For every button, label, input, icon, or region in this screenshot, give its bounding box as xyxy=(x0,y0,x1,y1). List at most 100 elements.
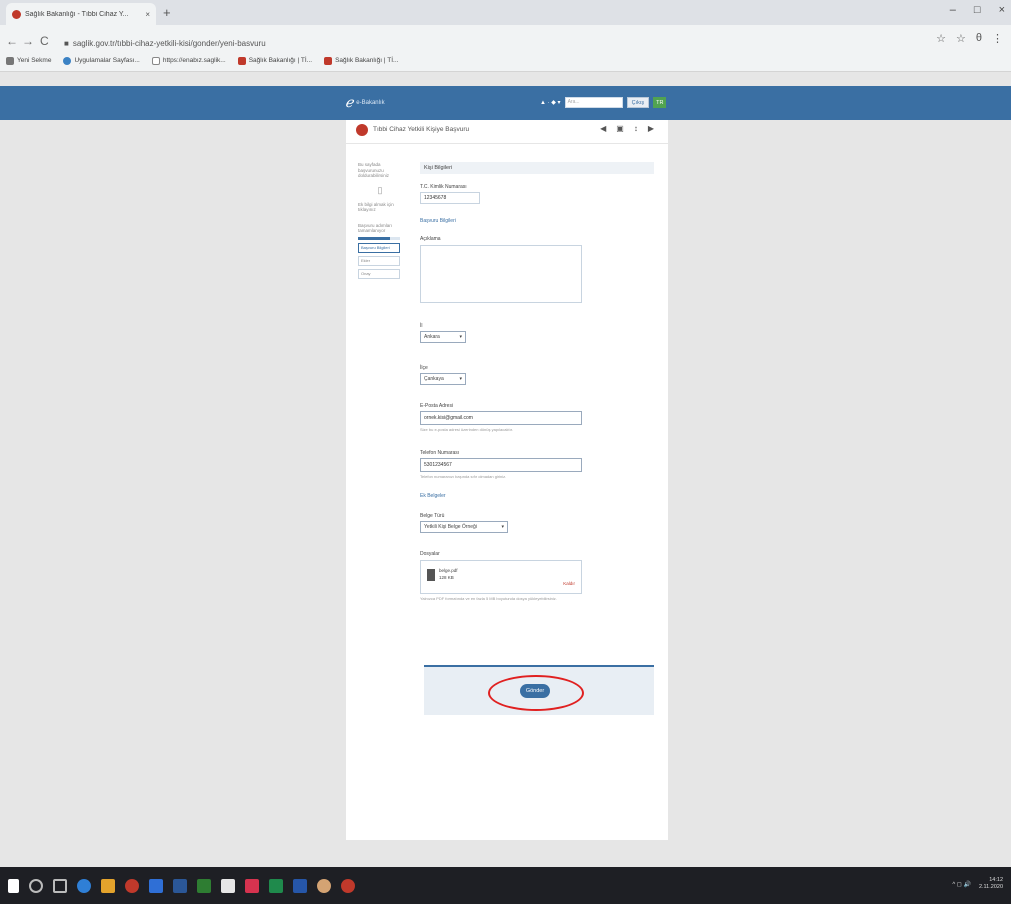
doc-type-label: Belge Türü xyxy=(420,513,445,519)
close-tab-icon[interactable]: × xyxy=(145,10,150,19)
file-explorer-icon[interactable] xyxy=(149,878,163,893)
browser-tabbar: Sağlık Bakanlığı - Tıbbi Cihaz Y... × + … xyxy=(0,0,1011,25)
search-icon[interactable] xyxy=(29,878,43,893)
bookmark-label: Uygulamalar Sayfası... xyxy=(74,57,140,64)
sort-icon[interactable]: ↕ xyxy=(634,124,638,133)
word-icon[interactable] xyxy=(173,878,187,893)
spreadsheet-icon[interactable] xyxy=(269,878,283,893)
new-tab-button[interactable]: + xyxy=(163,5,171,20)
prev-icon[interactable]: ◀ xyxy=(600,124,606,133)
step-item-basvuru[interactable]: Başvuru Bilgileri xyxy=(358,242,400,253)
close-window-icon[interactable]: × xyxy=(999,4,1005,16)
section-header: Kişi Bilgileri xyxy=(420,162,654,174)
card-actions: ◀ ▣ ↕ ▶ xyxy=(600,124,654,133)
excel-icon[interactable] xyxy=(197,878,211,893)
chevron-down-icon: ▾ xyxy=(459,334,462,340)
remove-file-link[interactable]: Kaldır xyxy=(563,581,575,586)
logout-button[interactable]: Çıkış xyxy=(626,97,650,108)
id-number-label: T.C. Kimlik Numarası xyxy=(420,184,467,190)
submit-button[interactable]: Gönder xyxy=(520,684,550,698)
bookmarks-bar: Yeni Sekme Uygulamalar Sayfası... https:… xyxy=(0,50,1011,72)
site-header: ℯ e-Bakanlık ▲ · ◆ ▾ Ara... Çıkış TR xyxy=(0,86,1011,120)
bookmark-icon xyxy=(324,56,333,65)
notes-textarea[interactable] xyxy=(420,245,582,303)
language-badge[interactable]: TR xyxy=(653,97,667,108)
tab-title: Sağlık Bakanlığı - Tıbbi Cihaz Y... xyxy=(25,10,129,18)
start-icon[interactable] xyxy=(8,878,19,893)
bookmark-item[interactable]: Uygulamalar Sayfası... xyxy=(63,56,140,65)
bookmark-label: Sağlık Bakanlığı | Tİ... xyxy=(248,57,313,64)
browser-tab[interactable]: Sağlık Bakanlığı - Tıbbi Cihaz Y... × xyxy=(6,3,156,25)
lock-icon: ■ xyxy=(64,38,69,48)
province-select-value: Ankara xyxy=(424,334,440,340)
maximize-icon[interactable]: □ xyxy=(974,4,981,16)
reload-icon[interactable]: C xyxy=(40,34,49,48)
attachments-link[interactable]: Ek Belgeler xyxy=(420,493,658,499)
next-icon[interactable]: ▶ xyxy=(648,124,654,133)
edge-icon[interactable] xyxy=(77,878,91,893)
extension-icon[interactable]: ☆ xyxy=(936,32,946,45)
toolbar-right-icons: ☆ ☆ θ ⋮ xyxy=(936,32,1003,45)
paint-icon[interactable] xyxy=(221,878,235,893)
step-item-onay[interactable]: Onay xyxy=(358,268,400,279)
user-menu[interactable]: ▲ · ◆ ▾ xyxy=(540,99,561,106)
bookmark-item[interactable]: Sağlık Bakanlığı | Tİ... xyxy=(237,56,313,65)
info-icon[interactable]: ▯ xyxy=(358,185,402,196)
site-favicon-icon xyxy=(12,9,21,19)
minimize-icon[interactable]: – xyxy=(950,4,956,16)
step-item-ekler[interactable]: Ekler xyxy=(358,255,400,266)
tray-icons[interactable]: ^ ◻ 🔊 xyxy=(952,881,971,888)
bookmark-icon xyxy=(237,56,246,65)
province-label: İl xyxy=(420,323,423,329)
header-actions: ▲ · ◆ ▾ Ara... Çıkış TR xyxy=(540,97,667,108)
app-icon[interactable] xyxy=(125,878,139,893)
content-card: Tıbbi Cihaz Yetkili Kişiye Başvuru ◀ ▣ ↕… xyxy=(346,120,668,840)
bookmark-item[interactable]: Sağlık Bakanlığı | Tİ... xyxy=(324,56,399,65)
district-select[interactable]: Çankaya ▾ xyxy=(420,373,466,385)
phone-field[interactable]: 5301234567 xyxy=(420,458,582,472)
form-footer: Gönder xyxy=(424,665,654,715)
header-search-input[interactable]: Ara... xyxy=(564,97,623,108)
email-field[interactable]: ornek.kisi@gmail.com xyxy=(420,411,582,425)
forward-arrow-icon[interactable]: → xyxy=(22,34,34,48)
opera-icon[interactable] xyxy=(341,878,355,893)
id-number-field[interactable]: 12345678 xyxy=(420,192,480,204)
district-label: İlçe xyxy=(420,365,428,371)
province-select[interactable]: Ankara ▾ xyxy=(420,331,466,343)
progress-bar-fill xyxy=(358,236,390,240)
browser-menu-icon[interactable]: ⋮ xyxy=(992,32,1003,45)
clock-date: 2.11.2020 xyxy=(978,884,1003,890)
user-app-icon[interactable] xyxy=(317,878,331,893)
file-upload-box[interactable]: belge.pdf 128 KB Kaldır xyxy=(420,560,582,594)
site-logo[interactable]: ℯ e-Bakanlık xyxy=(345,94,385,111)
bookmark-item[interactable]: Yeni Sekme xyxy=(6,56,51,65)
url-text[interactable]: saglik.gov.tr/tıbbi-cihaz-yetkili-kisi/g… xyxy=(73,39,266,48)
steps-sidebar: Bu sayfada başvurunuzu doldurabilirsiniz… xyxy=(358,162,402,279)
ministry-emblem-icon xyxy=(356,124,368,136)
chrome-icon[interactable] xyxy=(101,878,115,893)
application-info-link[interactable]: Başvuru Bilgileri xyxy=(420,218,658,224)
file-icon xyxy=(427,569,435,581)
bookmark-label: Sağlık Bakanlığı | Tİ... xyxy=(335,57,399,64)
card-header: Tıbbi Cihaz Yetkili Kişiye Başvuru ◀ ▣ ↕… xyxy=(346,120,668,144)
profile-icon[interactable]: θ xyxy=(976,32,982,45)
doc-type-select[interactable]: Yetkili Kişi Belge Örneği ▾ xyxy=(420,521,508,533)
sidebar-progress-text: Başvuru adımları tamamlanıyor xyxy=(358,222,393,234)
progress-bar xyxy=(358,236,400,240)
chevron-down-icon: ▾ xyxy=(501,524,504,530)
doc-icon[interactable] xyxy=(293,878,307,893)
district-select-value: Çankaya xyxy=(424,376,444,382)
bookmark-star-icon[interactable]: ☆ xyxy=(956,32,966,45)
print-icon[interactable]: ▣ xyxy=(616,124,624,133)
email-label: E-Posta Adresi xyxy=(420,403,454,409)
clock-time: 14:12 xyxy=(989,877,1003,883)
sidebar-info[interactable]: Ek bilgi almak için tıklayınız xyxy=(358,202,402,213)
bookmark-icon xyxy=(63,56,72,65)
email-hint: Size bu e-posta adresi üzerinden dönüş y… xyxy=(420,427,513,432)
media-icon[interactable] xyxy=(245,878,259,893)
task-view-icon[interactable] xyxy=(53,878,67,893)
clock[interactable]: 14:12 2.11.2020 xyxy=(979,877,1003,891)
bookmark-item[interactable]: https://enabız.saglik... xyxy=(151,56,226,65)
back-arrow-icon[interactable]: ← xyxy=(6,34,18,48)
bookmark-icon xyxy=(6,56,14,65)
